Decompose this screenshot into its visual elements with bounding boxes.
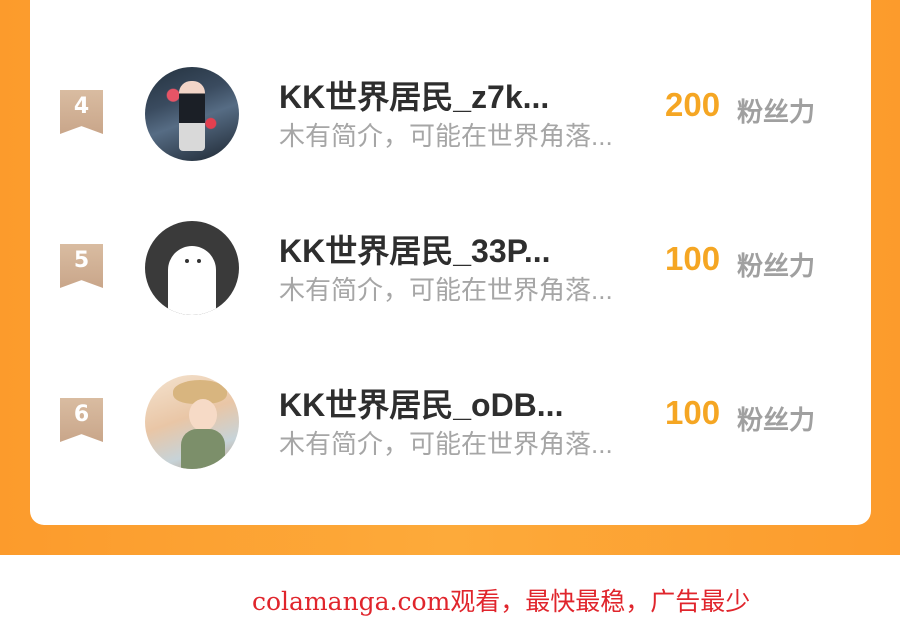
- user-avatar[interactable]: [145, 221, 239, 315]
- ranking-row[interactable]: 5 KK世界居民_33P... 木有简介，可能在世界角落... 100 粉丝力: [0, 216, 900, 316]
- user-avatar[interactable]: [145, 375, 239, 469]
- fan-power-value: 200: [665, 86, 721, 123]
- rank-badge: 6: [60, 398, 103, 442]
- fan-power-unit: 粉丝力: [737, 97, 816, 127]
- ranking-row[interactable]: 4 KK世界居民_z7k... 木有简介，可能在世界角落... 200 粉丝力: [0, 62, 900, 162]
- avatar-figure: [179, 81, 205, 151]
- fan-power-unit: 粉丝力: [737, 251, 816, 281]
- user-bio: 木有简介，可能在世界角落...: [279, 121, 613, 151]
- avatar-eye: [185, 259, 189, 263]
- fan-power-unit: 粉丝力: [737, 405, 816, 435]
- avatar-eye: [197, 259, 201, 263]
- avatar-face: [189, 399, 217, 431]
- rank-badge: 5: [60, 244, 103, 288]
- user-bio: 木有简介，可能在世界角落...: [279, 275, 613, 305]
- rank-badge: 4: [60, 90, 103, 134]
- user-name[interactable]: KK世界居民_z7k...: [279, 72, 549, 118]
- user-bio: 木有简介，可能在世界角落...: [279, 429, 613, 459]
- user-name[interactable]: KK世界居民_33P...: [279, 226, 551, 272]
- fan-power-value: 100: [665, 394, 721, 431]
- user-name[interactable]: KK世界居民_oDB...: [279, 380, 563, 426]
- default-avatar-icon: [168, 246, 216, 315]
- user-avatar[interactable]: [145, 67, 239, 161]
- avatar-body: [181, 429, 225, 469]
- watermark-text: colamanga.com观看，最快最稳，广告最少: [252, 587, 751, 616]
- ranking-row[interactable]: 6 KK世界居民_oDB... 木有简介，可能在世界角落... 100 粉丝力: [0, 370, 900, 470]
- fan-power-value: 100: [665, 240, 721, 277]
